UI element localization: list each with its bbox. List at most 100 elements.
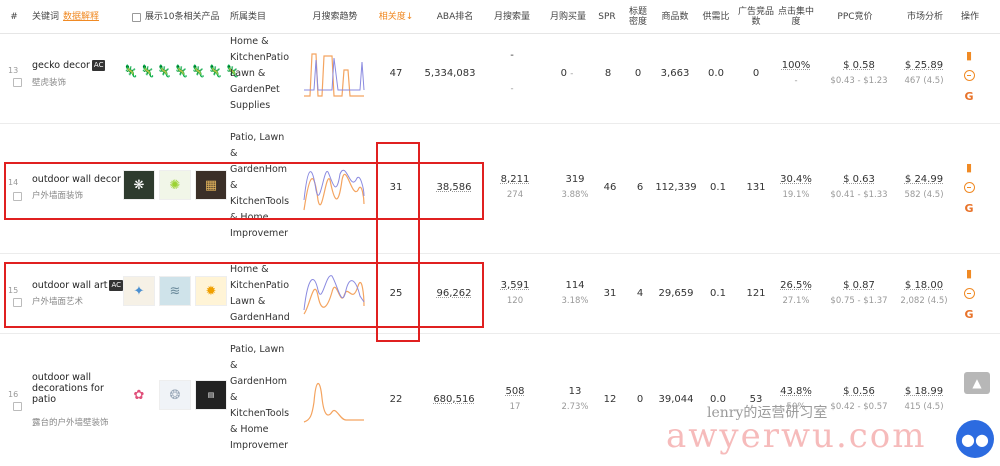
google-icon[interactable]: G: [964, 90, 973, 103]
category-line: &: [230, 148, 238, 159]
table-row[interactable]: 13 gecko decor AC 壁虎装饰 🦎 🦎 🦎 🦎 🦎 🦎 🦎 Home & Kit…: [0, 34, 1000, 124]
market-reviews: 467 (4.5): [904, 76, 944, 86]
category-line: GardenHom: [230, 376, 288, 387]
ad-products-value: 0: [752, 68, 760, 79]
gecko-images[interactable]: 🦎 🦎 🦎 🦎 🦎 🦎 🦎: [123, 56, 240, 86]
keyword-translation: 露台的户外墙壁装饰: [32, 418, 109, 428]
header-aba-rank[interactable]: ABA排名: [425, 0, 485, 34]
bar-chart-icon[interactable]: ▮: [966, 268, 972, 279]
gecko-icon[interactable]: 🦎: [174, 64, 189, 78]
header-supply-ratio[interactable]: 供需比: [699, 0, 733, 34]
keyword-link[interactable]: gecko decor AC: [32, 60, 106, 71]
gecko-icon[interactable]: 🦎: [157, 64, 172, 78]
category-line: Improvemer: [230, 228, 289, 239]
header-action: 操作: [960, 12, 979, 22]
header-title-density[interactable]: 标题密度: [626, 0, 650, 34]
row-actions: ▮ G: [962, 268, 976, 321]
monthly-buy-value: 13: [568, 386, 582, 397]
bar-chart-icon[interactable]: ▮: [966, 50, 972, 61]
title-density-value: 6: [636, 182, 644, 193]
category-cell: Patio, Lawn & GardenHom & KitchenTools &…: [230, 342, 290, 454]
header-spr[interactable]: SPR: [594, 0, 620, 34]
category-line: Improvemer: [230, 440, 289, 451]
ppc-value: $ 0.87: [843, 280, 875, 291]
minus-circle-icon[interactable]: [963, 70, 975, 81]
monthly-buy-sub: 3.88%: [561, 190, 589, 200]
header-monthly-search[interactable]: 月搜索量: [487, 0, 537, 34]
row-index: 16: [8, 390, 19, 399]
show-products-checkbox[interactable]: [132, 12, 141, 22]
product-images: 🦎 🦎 🦎 🦎 🦎 🦎 🦎: [123, 56, 240, 86]
category-line: & Home: [230, 424, 269, 435]
products-value: 29,659: [658, 288, 694, 299]
ppc-value: $ 0.56: [843, 386, 875, 397]
header-market-analysis: 市场分析: [906, 12, 943, 22]
category-line: KitchenTools: [230, 408, 290, 419]
bar-chart-icon[interactable]: ▮: [966, 162, 972, 173]
category-line: &: [230, 392, 238, 403]
ppc-range: $0.41 - $1.33: [830, 190, 888, 200]
chat-button[interactable]: ●●: [956, 420, 994, 458]
title-density-value: 4: [636, 288, 644, 299]
keyword-text-line[interactable]: outdoor wall: [32, 372, 112, 383]
category-line: Lawn &: [230, 68, 266, 79]
minus-circle-icon[interactable]: [963, 288, 975, 299]
aba-rank-value[interactable]: 680,516: [424, 394, 484, 405]
keyword-text[interactable]: gecko decor: [32, 60, 90, 71]
header-ad-products[interactable]: 广告竞品数: [738, 0, 774, 34]
market-price[interactable]: $ 24.99: [896, 174, 952, 185]
highlight-box-relevance: [376, 142, 420, 342]
ad-products-value: 121: [746, 288, 766, 299]
show-products-toggle[interactable]: 展示10条相关产品: [132, 0, 232, 34]
row-index: 13: [8, 66, 19, 75]
gecko-icon[interactable]: 🦎: [191, 64, 206, 78]
click-concentration-value: 43.8%: [780, 386, 812, 397]
category-line: GardenPet: [230, 84, 280, 95]
click-concentration-sub: 27.1%: [782, 296, 810, 306]
supply-ratio-value: 0.1: [710, 288, 726, 299]
gecko-icon[interactable]: 🦎: [123, 64, 138, 78]
product-image[interactable]: ▤: [195, 380, 227, 410]
minus-circle-icon[interactable]: [963, 182, 975, 193]
header-index: #: [10, 12, 18, 22]
product-images: ✿ ❂ ▤: [123, 380, 227, 410]
data-explain-link[interactable]: 数据解释: [63, 12, 99, 22]
header-relevance-sort[interactable]: 相关度↓: [372, 0, 420, 34]
gecko-icon[interactable]: 🦎: [208, 64, 223, 78]
keyword-text-line[interactable]: decorations for: [32, 383, 112, 394]
header-keyword-label: 关键词: [32, 12, 60, 22]
monthly-buy-value: 0 -: [560, 68, 574, 79]
keyword-link[interactable]: outdoor wall decorations for patio: [32, 372, 112, 405]
monthly-search-value: -: [510, 50, 514, 61]
gecko-icon[interactable]: 🦎: [140, 64, 155, 78]
product-image[interactable]: ✿: [123, 380, 155, 410]
row-checkbox[interactable]: [13, 78, 22, 87]
title-density-value: 0: [636, 394, 644, 405]
market-price[interactable]: $ 18.99: [896, 386, 952, 397]
monthly-search-value: 8,211: [500, 174, 530, 185]
market-price[interactable]: $ 25.89: [896, 60, 952, 71]
header-ppc[interactable]: PPC竞价: [830, 0, 880, 34]
click-concentration-value: 100%: [781, 60, 811, 71]
header-click-concentration[interactable]: 点击集中度: [778, 0, 814, 34]
header-category: 所属类目: [230, 12, 267, 22]
google-icon[interactable]: G: [964, 202, 973, 215]
search-trend-sparkline[interactable]: [302, 372, 366, 428]
search-trend-sparkline[interactable]: [302, 50, 366, 106]
row-actions: ▮ G: [962, 50, 976, 103]
header-search-trend: 月搜索趋势: [312, 12, 358, 22]
market-price[interactable]: $ 18.00: [896, 280, 952, 291]
category-cell: Home & KitchenPatio Lawn & GardenPet Sup…: [230, 34, 290, 114]
click-concentration-sub: -: [794, 76, 798, 86]
show-products-label: 展示10条相关产品: [145, 12, 220, 22]
row-checkbox[interactable]: [13, 402, 22, 411]
header-monthly-buy[interactable]: 月购买量: [542, 0, 594, 34]
product-image[interactable]: ❂: [159, 380, 191, 410]
category-line: &: [230, 360, 238, 371]
spr-value: 31: [603, 288, 617, 299]
header-products[interactable]: 商品数: [655, 0, 695, 34]
aba-rank-value[interactable]: 5,334,083: [420, 68, 480, 79]
back-to-top-button[interactable]: ▲: [964, 372, 990, 394]
keyword-text-line[interactable]: patio: [32, 394, 112, 405]
google-icon[interactable]: G: [964, 308, 973, 321]
